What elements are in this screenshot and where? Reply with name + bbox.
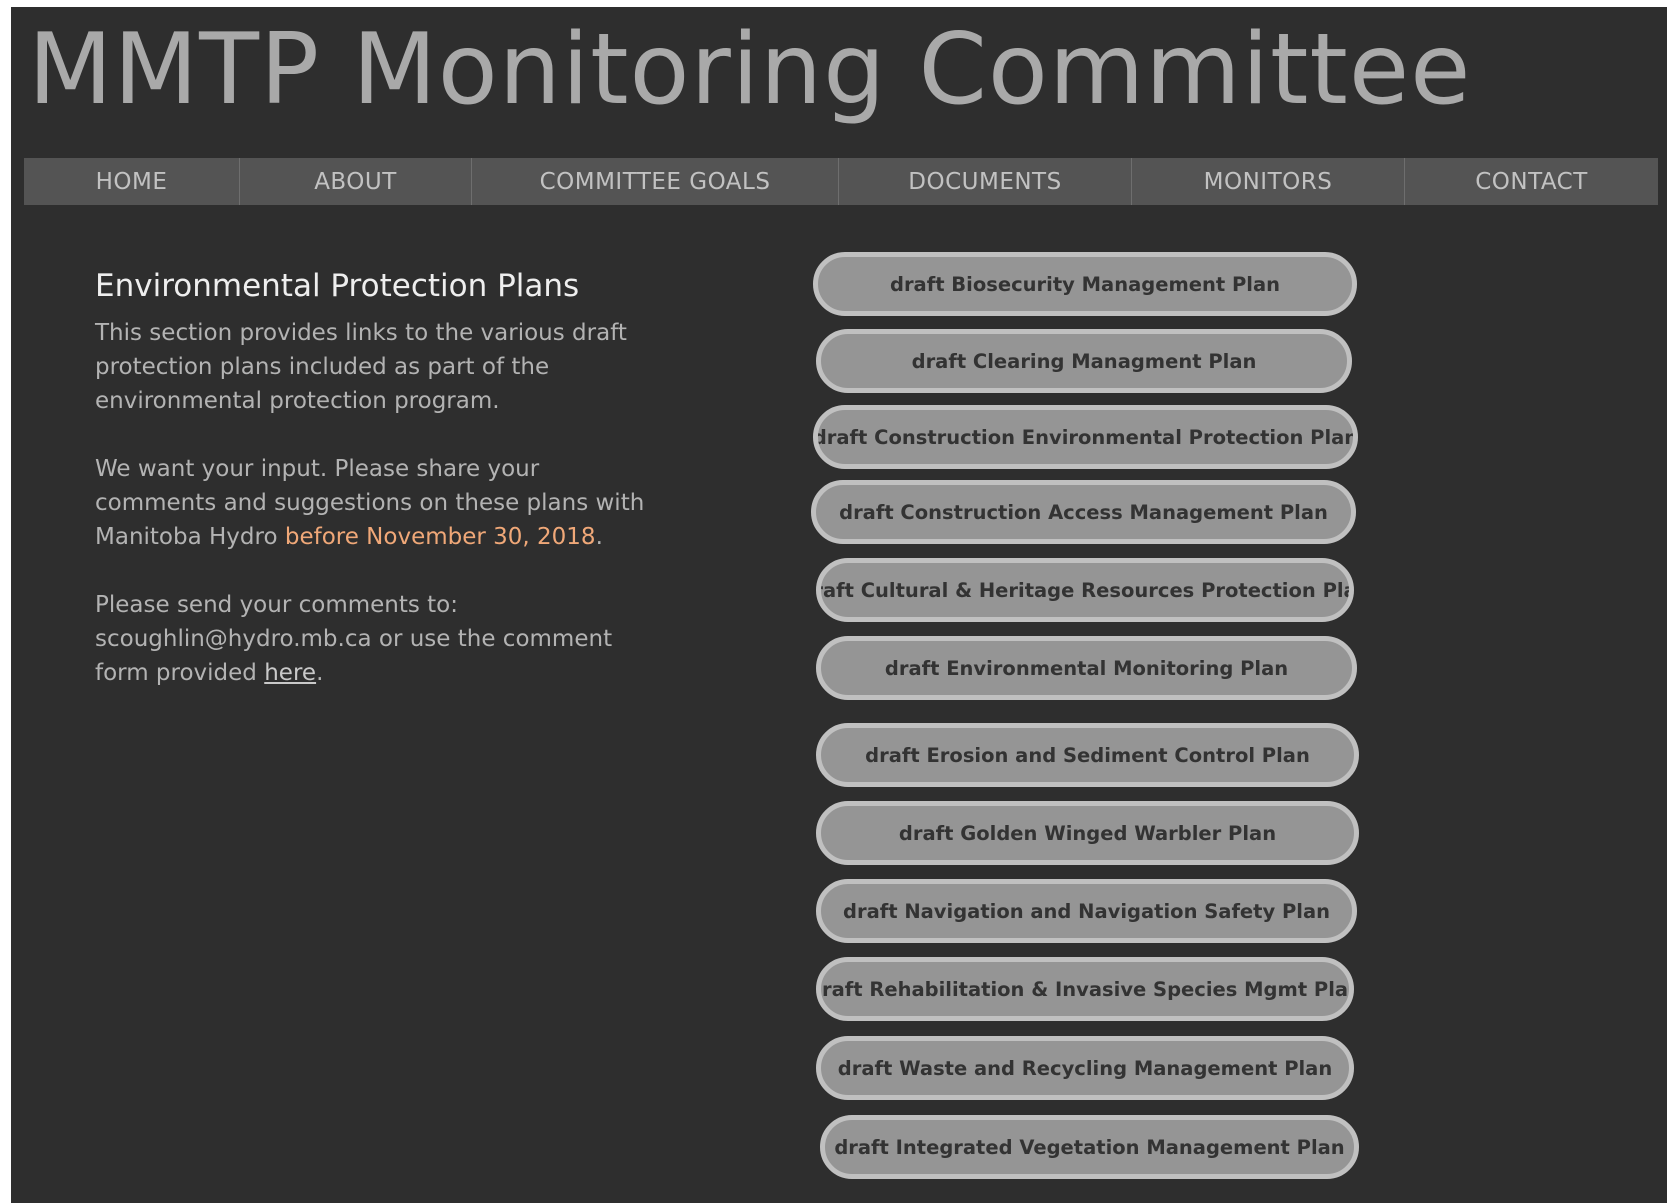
deadline-highlight: before November 30, 2018 [284, 524, 596, 550]
nav-item-committee-goals[interactable]: COMMITTEE GOALS [472, 158, 839, 205]
section-heading: Environmental Protection Plans [95, 268, 580, 304]
page-container: MMTP Monitoring Committee HOME ABOUT COM… [11, 7, 1667, 1203]
contact-paragraph: Please send your comments to: scoughlin@… [95, 588, 655, 690]
plan-button-biosecurity[interactable]: draft Biosecurity Management Plan [813, 252, 1357, 316]
plan-button-waste-recycling[interactable]: draft Waste and Recycling Management Pla… [816, 1036, 1354, 1100]
nav-item-monitors[interactable]: MONITORS [1132, 158, 1405, 205]
plan-button-clearing[interactable]: draft Clearing Managment Plan [816, 329, 1352, 393]
plan-button-erosion-sediment[interactable]: draft Erosion and Sediment Control Plan [816, 723, 1359, 787]
plan-button-environmental-monitoring[interactable]: draft Environmental Monitoring Plan [816, 636, 1357, 700]
plan-button-integrated-vegetation[interactable]: draft Integrated Vegetation Management P… [820, 1115, 1359, 1179]
plan-button-rehabilitation-invasive[interactable]: draft Rehabilitation & Invasive Species … [816, 957, 1354, 1021]
nav-item-about[interactable]: ABOUT [240, 158, 472, 205]
main-nav: HOME ABOUT COMMITTEE GOALS DOCUMENTS MON… [24, 158, 1658, 205]
plan-button-navigation-safety[interactable]: draft Navigation and Navigation Safety P… [816, 879, 1357, 943]
plan-button-cultural-heritage[interactable]: draft Cultural & Heritage Resources Prot… [816, 558, 1354, 622]
site-title: MMTP Monitoring Committee [28, 13, 1472, 127]
plan-button-construction-environmental[interactable]: draft Construction Environmental Protect… [813, 405, 1358, 469]
contact-text: Please send your comments to: scoughlin@… [95, 592, 613, 686]
input-request-paragraph: We want your input. Please share your co… [95, 452, 655, 554]
plan-button-construction-access[interactable]: draft Construction Access Management Pla… [811, 480, 1356, 544]
nav-item-home[interactable]: HOME [24, 158, 240, 205]
comment-form-link[interactable]: here [264, 660, 316, 686]
intro-paragraph: This section provides links to the vario… [95, 320, 627, 414]
plan-button-golden-winged-warbler[interactable]: draft Golden Winged Warbler Plan [816, 801, 1359, 865]
contact-end: . [316, 660, 324, 686]
nav-item-contact[interactable]: CONTACT [1405, 158, 1658, 205]
intro-text: This section provides links to the vario… [95, 316, 655, 724]
nav-item-documents[interactable]: DOCUMENTS [839, 158, 1132, 205]
input-request-end: . [595, 524, 603, 550]
